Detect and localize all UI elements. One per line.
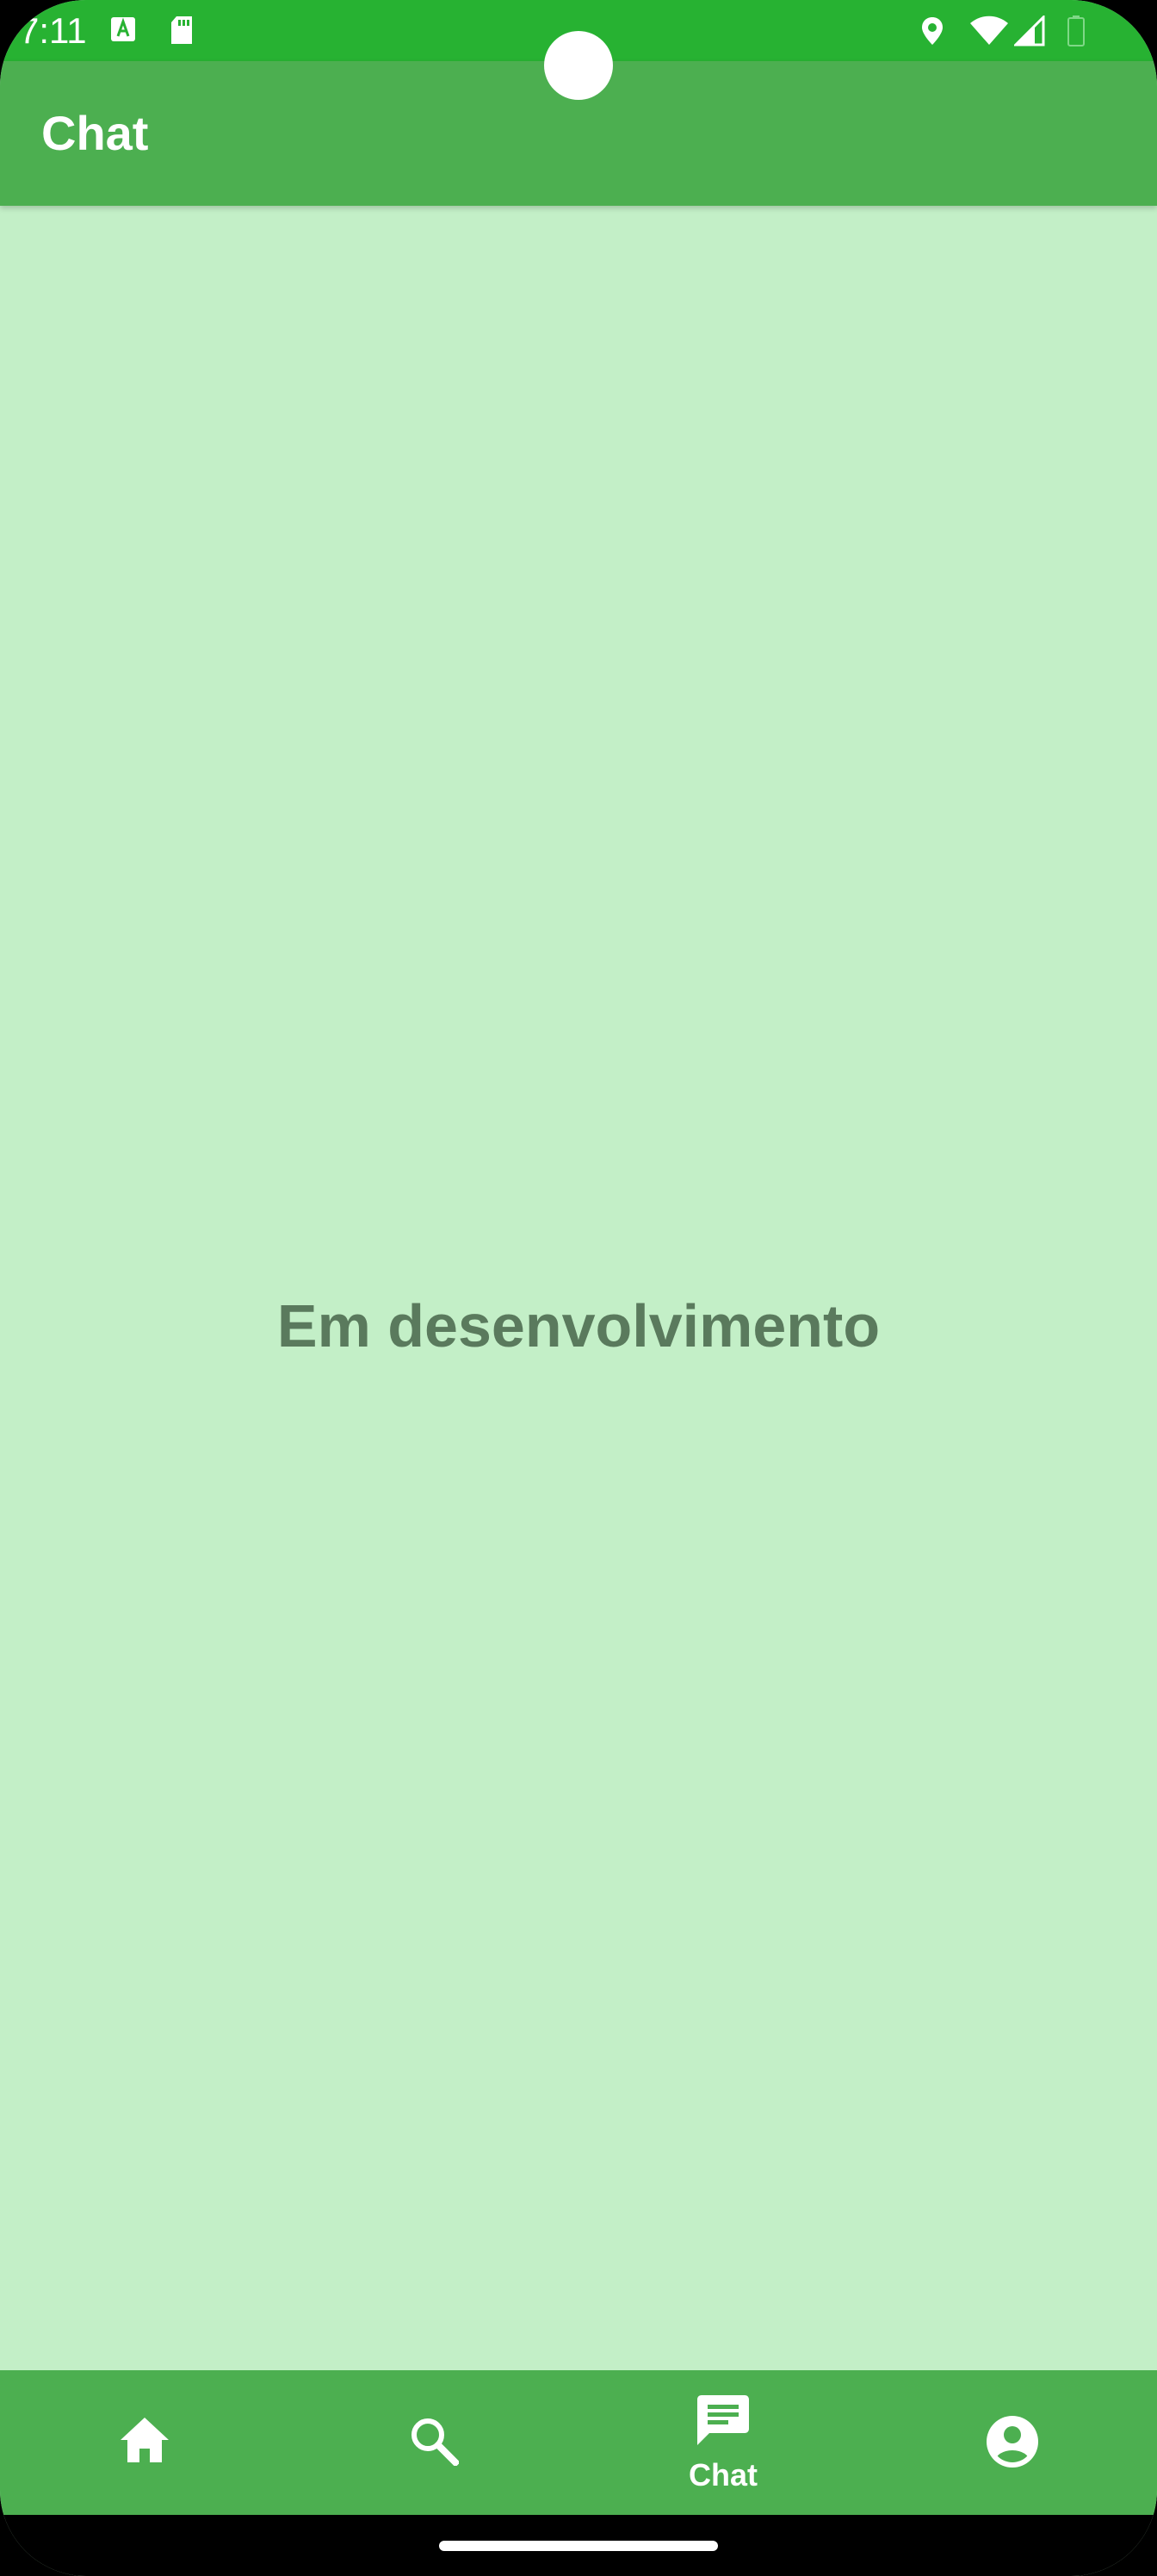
main-content: Em desenvolvimento: [0, 206, 1157, 2370]
home-gesture-handle[interactable]: [439, 2541, 718, 2551]
signal-icon: [1014, 15, 1045, 46]
search-icon: [411, 2418, 459, 2466]
nav-item-profile[interactable]: [868, 2370, 1157, 2515]
nav-item-search[interactable]: [289, 2370, 578, 2515]
sd-card-icon: [171, 16, 192, 44]
phone-screen: 7:11 Chat Em desenvolvimento Chat: [0, 0, 1157, 2576]
nav-item-home[interactable]: [0, 2370, 289, 2515]
gesture-navigation-area: [0, 2515, 1157, 2576]
page-title: Chat: [41, 106, 149, 160]
battery-icon: [1067, 15, 1085, 46]
location-icon: [922, 17, 943, 45]
nav-item-chat[interactable]: Chat: [578, 2370, 868, 2515]
home-icon: [121, 2418, 169, 2462]
chat-icon: [697, 2395, 749, 2445]
placeholder-message: Em desenvolvimento: [276, 1292, 881, 1359]
nav-label-chat: Chat: [689, 2457, 758, 2492]
bottom-navigation: Chat: [0, 2370, 1157, 2515]
account-circle-icon: [987, 2416, 1038, 2468]
keyboard-a-icon: [111, 17, 135, 41]
camera-cutout: [544, 31, 613, 100]
wifi-icon: [970, 15, 1008, 45]
status-time: 7:11: [19, 10, 87, 51]
